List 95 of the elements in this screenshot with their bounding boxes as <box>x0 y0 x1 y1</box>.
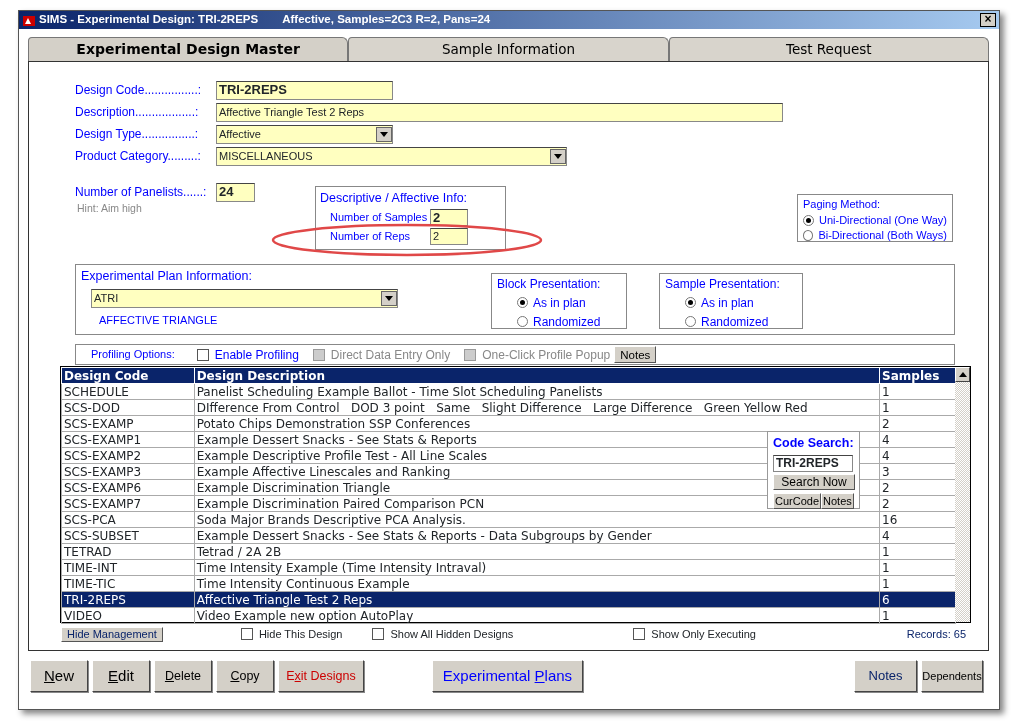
radio-button[interactable] <box>803 214 814 226</box>
group-title: Descriptive / Affective Info: <box>320 190 469 207</box>
table-cell[interactable]: 16 <box>882 512 898 527</box>
table-cell[interactable]: 2 <box>882 496 890 511</box>
input-field[interactable]: TRI-2REPS <box>216 80 393 100</box>
checkbox-label: Enable Profiling <box>214 346 299 364</box>
dropdown-value: Affective <box>219 126 261 142</box>
table-cell[interactable]: 1 <box>882 400 890 415</box>
group-title: Sample Presentation: <box>665 276 781 293</box>
dropdown[interactable]: MISCELLANEOUS <box>216 146 567 166</box>
action-button[interactable]: Copy <box>216 660 274 692</box>
dropdown-value: ATRI <box>94 291 119 306</box>
scroll-up-button[interactable] <box>955 367 970 382</box>
input-field[interactable]: 2 <box>430 227 468 245</box>
checkbox-label: Direct Data Entry Only <box>330 346 451 364</box>
table-cell[interactable]: 1 <box>882 544 890 559</box>
radio-button[interactable] <box>803 229 814 241</box>
code-search-title: Code Search: <box>773 435 854 452</box>
field-label: Number of Reps <box>330 229 412 244</box>
hide-management-button[interactable]: Hide Management <box>61 626 163 642</box>
checkbox-label: One-Click Profile Popup <box>482 346 611 364</box>
hint-text: Hint: Aim high <box>77 203 143 213</box>
action-button[interactable]: New <box>30 660 88 692</box>
checkbox-label: Show All Hidden Designs <box>390 626 514 642</box>
checkbox-label: Show Only Executing <box>651 626 756 642</box>
records-count: Records: 65 <box>906 626 966 642</box>
dropdown-value: MISCELLANEOUS <box>219 148 313 164</box>
table-cell[interactable]: 2 <box>882 480 890 495</box>
tab[interactable]: Sample Information <box>348 37 669 61</box>
checkbox[interactable] <box>633 628 646 640</box>
input-field[interactable]: Affective Triangle Test 2 Reps <box>216 102 783 122</box>
table-cell[interactable]: 3 <box>882 464 890 479</box>
column-header[interactable]: Samples <box>879 367 956 384</box>
checkbox[interactable] <box>196 348 209 361</box>
radio-button[interactable] <box>685 297 696 308</box>
tab[interactable]: Test Request <box>668 37 989 61</box>
group-title: Experimental Plan Information: <box>81 268 253 285</box>
field-label: Design Code................: <box>75 82 203 99</box>
table-cell[interactable]: Example Discrimination Paired Comparison PCN <box>196 496 485 511</box>
radio-button[interactable] <box>685 316 696 327</box>
table-cell[interactable]: 4 <box>882 432 890 447</box>
dropdown[interactable]: ATRI <box>91 288 398 308</box>
input-field[interactable]: 2 <box>430 208 468 226</box>
radio-label: Randomized <box>533 313 601 331</box>
action-button[interactable]: Experimental Plans <box>432 660 583 692</box>
scrollbar[interactable] <box>955 367 970 622</box>
field-label: Number of Samples <box>330 210 429 225</box>
table-cell[interactable]: 4 <box>882 448 890 463</box>
table-cell[interactable]: 1 <box>882 576 890 591</box>
action-button[interactable]: Exit Designs <box>278 660 364 692</box>
field-label: Description..................: <box>75 104 200 121</box>
table-cell[interactable]: 4 <box>882 528 890 543</box>
search-field[interactable]: TRI-2REPS <box>773 454 853 472</box>
search-button[interactable]: Search Now <box>773 473 855 490</box>
table-cell[interactable]: 2 <box>882 416 890 431</box>
code-search-button[interactable]: CurCode <box>773 492 822 509</box>
radio-label: Bi-Directional (Both Ways) <box>818 227 947 243</box>
tab[interactable]: Experimental Design Master <box>28 37 349 61</box>
radio-button[interactable] <box>517 316 528 327</box>
radio-label: Uni-Directional (One Way) <box>819 212 947 228</box>
radio-label: Randomized <box>701 313 769 331</box>
table-cell[interactable]: 6 <box>882 592 890 607</box>
code-search-button[interactable]: Notes <box>821 492 854 509</box>
field-label: Number of Panelists......: <box>75 184 208 201</box>
field-label: Product Category.........: <box>75 148 202 165</box>
action-button[interactable]: Edit <box>92 660 150 692</box>
action-button[interactable]: Dependents <box>921 660 983 692</box>
window-subtitle: Affective, Samples=2C3 R=2, Pans=24 <box>282 12 491 28</box>
profiling-label: Profiling Options: <box>91 347 175 363</box>
group-title: Block Presentation: <box>497 276 602 293</box>
radio-button[interactable] <box>517 297 528 308</box>
field-label: Design Type................: <box>75 126 200 143</box>
dropdown[interactable]: Affective <box>216 124 393 144</box>
radio-label: As in plan <box>701 294 754 312</box>
column-header[interactable]: Design Description <box>194 367 880 384</box>
checkbox[interactable] <box>240 628 253 640</box>
checkbox[interactable] <box>372 628 385 640</box>
table-cell[interactable]: 1 <box>882 384 890 399</box>
action-button[interactable]: Delete <box>154 660 212 692</box>
table-cell[interactable]: 1 <box>882 560 890 575</box>
action-button[interactable]: Notes <box>854 660 917 692</box>
column-header[interactable]: Design Code <box>61 367 195 384</box>
up-arrow-icon <box>958 372 967 377</box>
table-cell[interactable]: Example Dessert Snacks - See Stats & Reports <box>196 432 477 447</box>
app-icon <box>22 13 36 27</box>
group-title: Paging Method: <box>803 197 882 212</box>
plan-caption: AFFECTIVE TRIANGLE <box>99 312 219 328</box>
checkbox-label: Hide This Design <box>258 626 343 642</box>
window-title: SIMS - Experimental Design: TRI-2REPS <box>39 12 259 28</box>
input-field[interactable]: 24 <box>216 182 255 202</box>
radio-label: As in plan <box>533 294 586 312</box>
notes-button[interactable]: Notes <box>614 346 657 363</box>
close-button[interactable]: × <box>980 13 996 27</box>
table-cell[interactable]: 1 <box>882 608 890 623</box>
table-cell[interactable]: Tetrad / 2A 2B <box>196 544 282 559</box>
